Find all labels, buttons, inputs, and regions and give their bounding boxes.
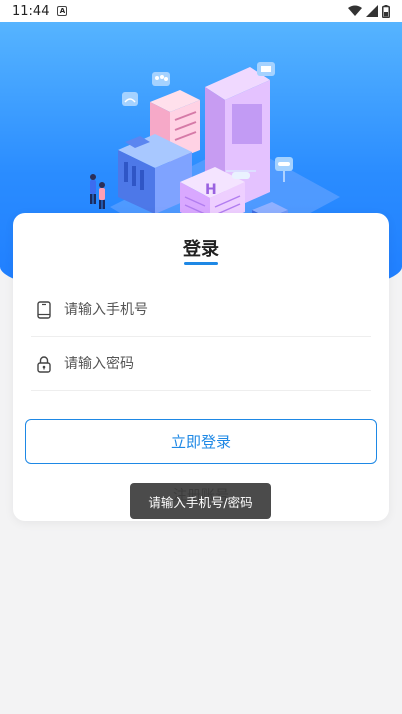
password-input[interactable] (64, 355, 344, 372)
password-field[interactable] (31, 337, 371, 391)
notification-icon: A (57, 6, 68, 16)
toast-message: 请输入手机号/密码 (130, 483, 271, 519)
phone-icon (34, 300, 54, 320)
login-button[interactable]: 立即登录 (25, 419, 377, 464)
status-time: 11:44 (12, 3, 50, 19)
login-title: 登录 (183, 239, 219, 260)
login-card: 登录 立即登录 注册账号 (13, 213, 389, 521)
title-underline (184, 262, 218, 265)
phone-input[interactable] (64, 301, 344, 318)
battery-icon (382, 4, 390, 18)
building-h-label: H (205, 182, 217, 198)
lock-icon (34, 354, 54, 374)
status-left: 11:44 A (12, 3, 68, 19)
status-bar: 11:44 A (0, 0, 402, 22)
status-icons (348, 4, 390, 18)
signal-icon (366, 5, 378, 17)
wifi-icon (348, 5, 362, 16)
phone-field[interactable] (31, 283, 371, 337)
